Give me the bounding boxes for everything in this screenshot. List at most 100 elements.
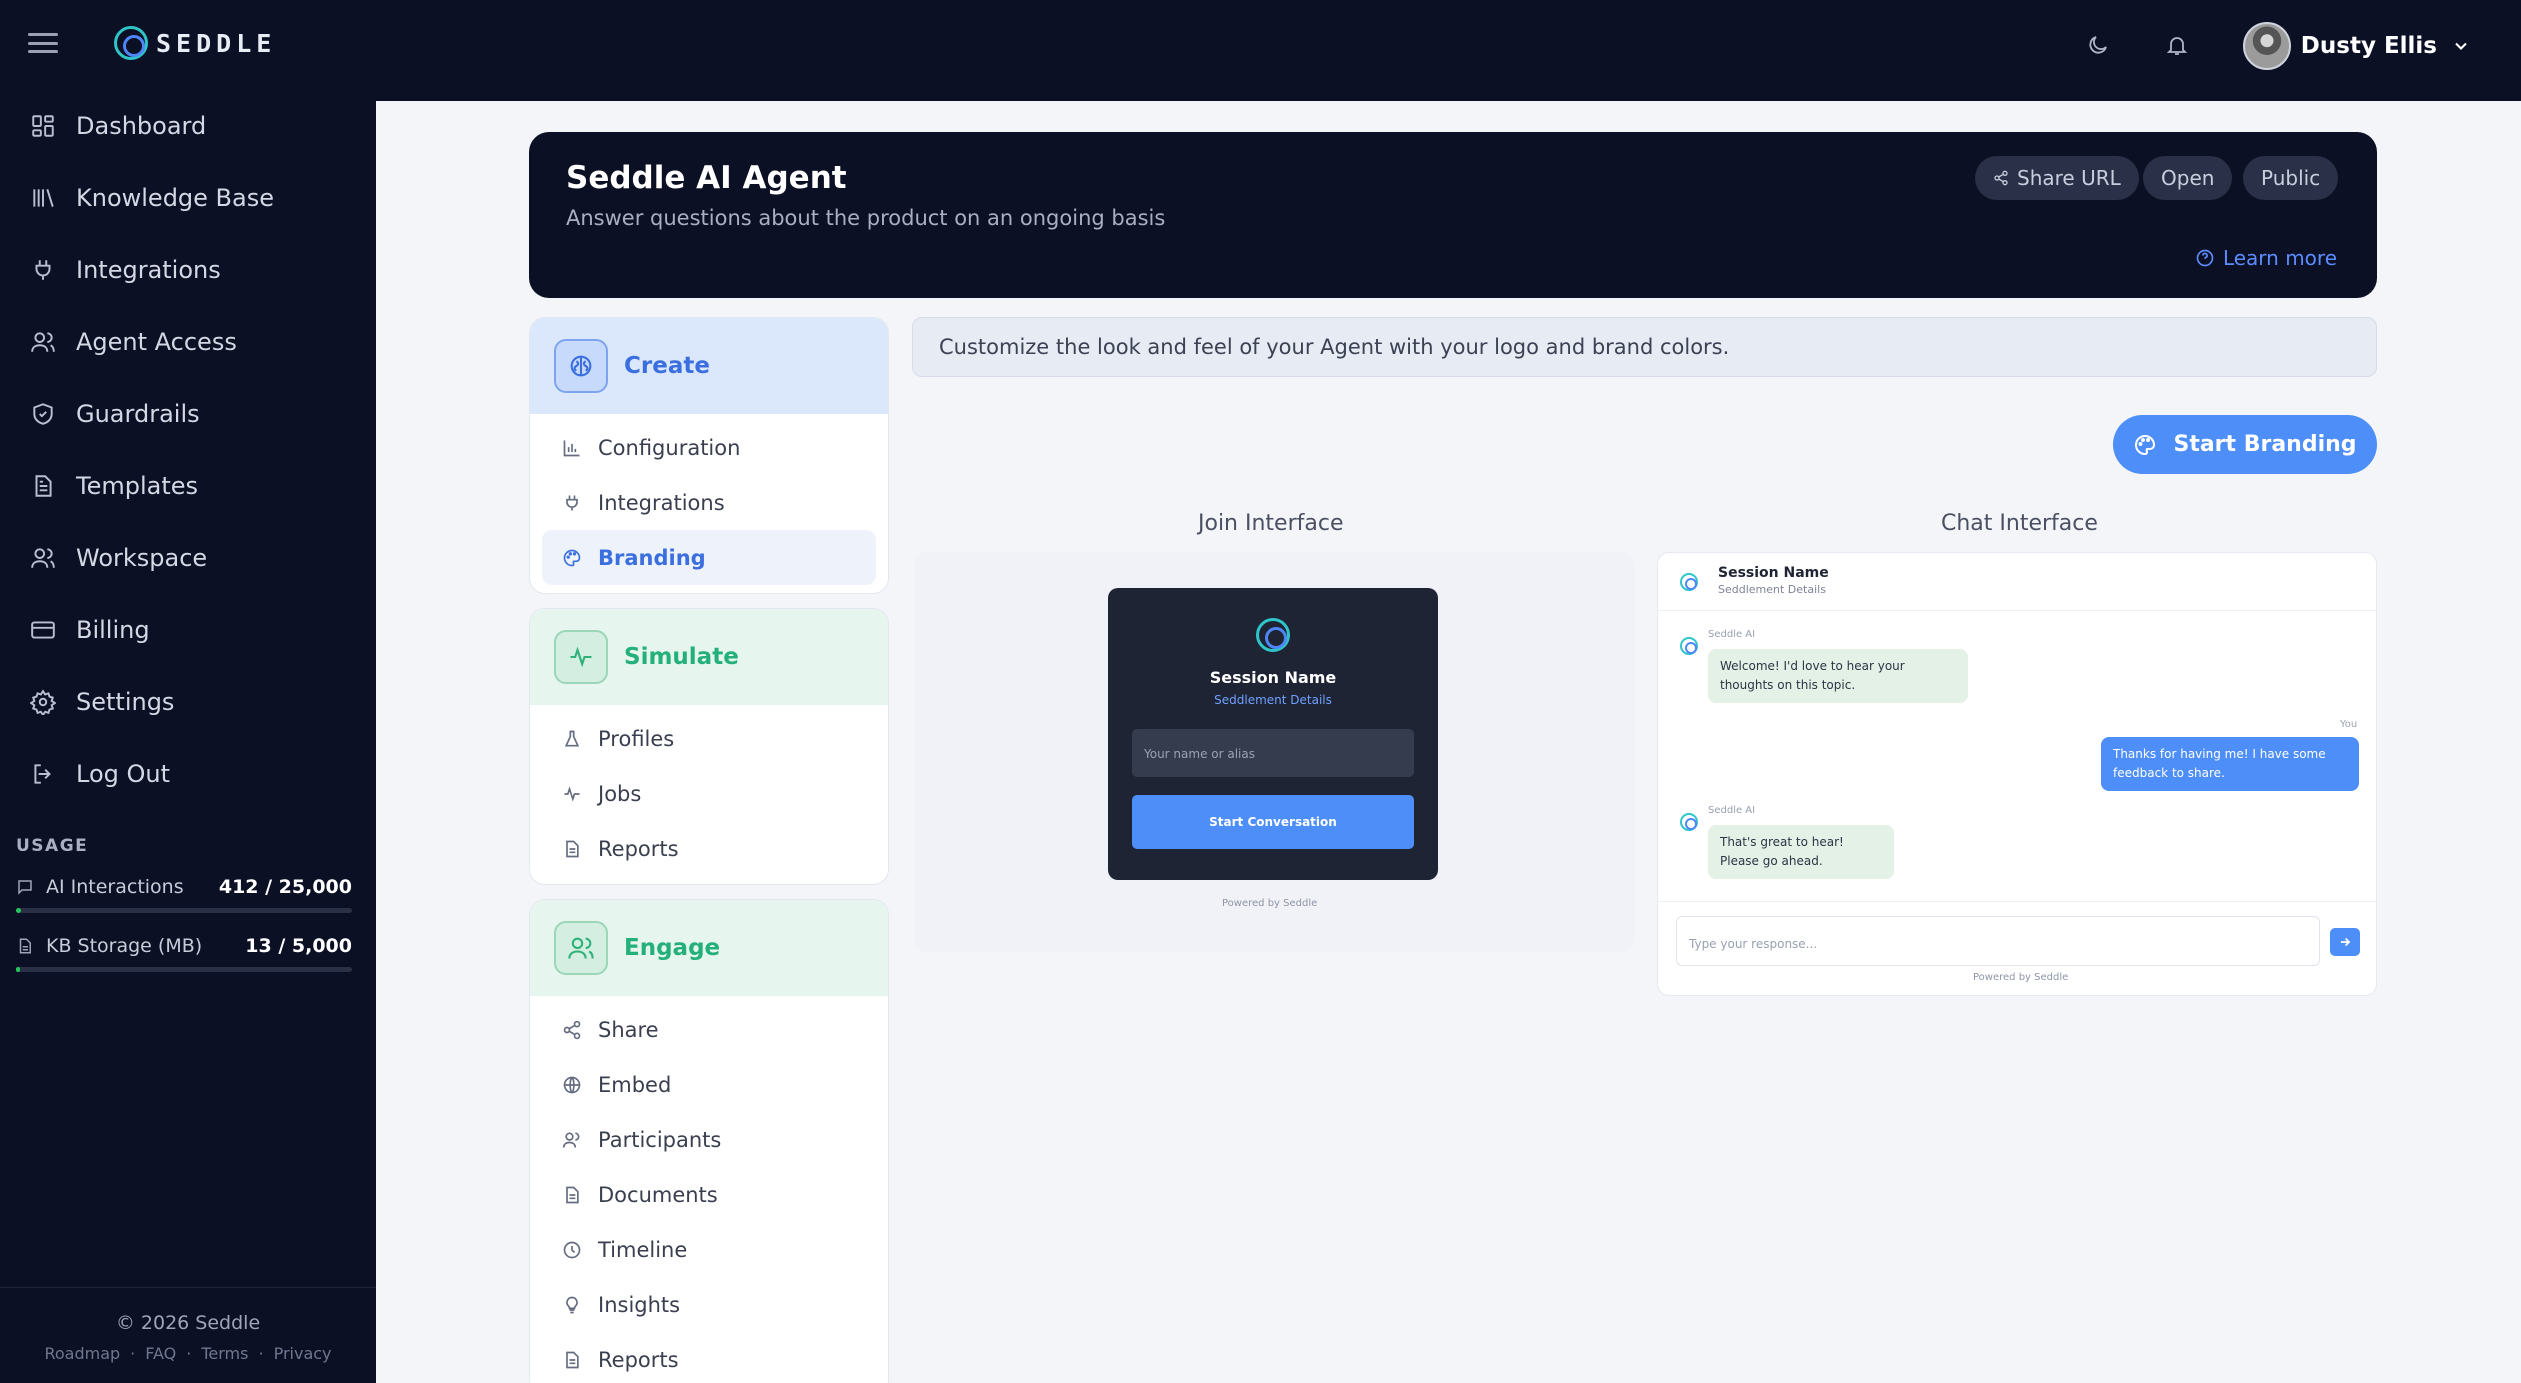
usage-bar-ai: [16, 908, 352, 913]
nav-label: Embed: [598, 1072, 672, 1097]
user-menu[interactable]: Dusty Ellis: [2242, 22, 2471, 70]
nav-reports[interactable]: Reports: [542, 821, 876, 876]
footer-link-terms[interactable]: Terms: [201, 1344, 248, 1363]
share-icon: [560, 1018, 584, 1042]
copyright: © 2026 Seddle: [115, 1312, 261, 1334]
brain-icon: [554, 339, 608, 393]
flask-icon: [560, 727, 584, 751]
join-interface-title: Join Interface: [1198, 511, 1344, 536]
nav-jobs[interactable]: Jobs: [542, 766, 876, 821]
usage-bar-kb: [16, 967, 352, 972]
usage-title: USAGE: [16, 836, 89, 856]
sidebar-item-label: Billing: [76, 616, 150, 644]
nav-label: Reports: [598, 1347, 679, 1372]
library-icon: [28, 183, 58, 213]
page-title: Seddle AI Agent: [566, 160, 847, 196]
group-create: Create Configuration Integrations Brandi…: [529, 317, 889, 594]
sidebar-header: SEDDLE: [0, 0, 376, 86]
plug-icon: [560, 491, 584, 515]
dashboard-icon: [28, 111, 58, 141]
group-engage-label: Engage: [624, 935, 721, 961]
nav-engage-reports[interactable]: Reports: [542, 1332, 876, 1383]
sidebar-footer: © 2026 Seddle Roadmap · FAQ · Terms · Privacy: [0, 1287, 376, 1383]
nav-participants[interactable]: Participants: [542, 1112, 876, 1167]
learn-more-link[interactable]: Learn more: [2195, 246, 2337, 270]
clock-icon: [560, 1238, 584, 1262]
nav-configuration[interactable]: Configuration: [542, 420, 876, 475]
nav-timeline[interactable]: Timeline: [542, 1222, 876, 1277]
start-branding-button[interactable]: Start Branding: [2113, 415, 2377, 474]
sidebar-item-agent-access[interactable]: Agent Access: [0, 306, 376, 378]
users-icon: [560, 1128, 584, 1152]
join-session-details: Seddlement Details: [1214, 693, 1332, 707]
menu-icon[interactable]: [28, 33, 58, 53]
nav-insights[interactable]: Insights: [542, 1277, 876, 1332]
group-engage-header[interactable]: Engage: [530, 900, 888, 996]
share-url-button[interactable]: Share URL: [1975, 156, 2139, 200]
brand-name: SEDDLE: [156, 28, 277, 58]
sidebar-item-label: Knowledge Base: [76, 184, 274, 212]
footer-link-faq[interactable]: FAQ: [145, 1344, 176, 1363]
ai-avatar-icon: [1680, 813, 1698, 831]
palette-icon: [2133, 433, 2157, 457]
group-create-items: Configuration Integrations Branding: [530, 414, 888, 593]
message-sender: Seddle AI: [1708, 805, 1756, 816]
group-simulate-header[interactable]: Simulate: [530, 609, 888, 705]
users-icon: [28, 327, 58, 357]
group-create-header[interactable]: Create: [530, 318, 888, 414]
learn-more-label: Learn more: [2222, 246, 2337, 270]
status-open-label: Open: [2161, 166, 2215, 190]
shield-icon: [28, 399, 58, 429]
footer-link-roadmap[interactable]: Roadmap: [44, 1344, 120, 1363]
palette-icon: [560, 546, 584, 570]
usage-name: KB Storage (MB): [46, 935, 203, 957]
sidebar-item-label: Agent Access: [76, 328, 237, 356]
nav-branding[interactable]: Branding: [542, 530, 876, 585]
seddle-logo-icon: [1256, 618, 1290, 652]
moon-icon[interactable]: [2083, 30, 2113, 60]
document-icon: [560, 1348, 584, 1372]
status-open-badge[interactable]: Open: [2143, 156, 2233, 200]
send-arrow-icon: [2330, 928, 2360, 956]
nav-documents[interactable]: Documents: [542, 1167, 876, 1222]
branding-info-banner: Customize the look and feel of your Agen…: [912, 317, 2377, 377]
group-simulate: Simulate Profiles Jobs Reports: [529, 608, 889, 885]
footer-link-privacy[interactable]: Privacy: [274, 1344, 332, 1363]
nav-profiles[interactable]: Profiles: [542, 711, 876, 766]
sidebar-item-templates[interactable]: Templates: [0, 450, 376, 522]
activity-icon: [554, 630, 608, 684]
nav-label: Timeline: [598, 1237, 688, 1262]
sidebar-item-logout[interactable]: Log Out: [0, 738, 376, 810]
join-powered-by: Powered by Seddle: [1222, 898, 1318, 909]
join-session-name: Session Name: [1209, 668, 1337, 687]
chat-footer: Type your response... Powered by Seddle: [1658, 901, 2376, 997]
ai-avatar-icon: [1680, 637, 1698, 655]
nav-embed[interactable]: Embed: [542, 1057, 876, 1112]
nav-label: Profiles: [598, 726, 675, 751]
sidebar-item-integrations[interactable]: Integrations: [0, 234, 376, 306]
start-conversation-button: Start Conversation: [1132, 795, 1414, 849]
document-icon: [16, 936, 36, 956]
nav-label: Reports: [598, 836, 679, 861]
sidebar-item-label: Dashboard: [76, 112, 207, 140]
sidebar-item-settings[interactable]: Settings: [0, 666, 376, 738]
chat-message-ai: Welcome! I'd love to hear your thoughts …: [1708, 649, 1968, 703]
nav-label: Integrations: [598, 490, 725, 515]
sidebar-item-billing[interactable]: Billing: [0, 594, 376, 666]
sidebar-item-workspace[interactable]: Workspace: [0, 522, 376, 594]
nav-label: Participants: [598, 1127, 722, 1152]
agent-header-card: Seddle AI Agent Answer questions about t…: [529, 132, 2377, 298]
bell-icon[interactable]: [2162, 30, 2192, 60]
start-branding-label: Start Branding: [2173, 432, 2357, 457]
nav-share[interactable]: Share: [542, 1002, 876, 1057]
sidebar-item-knowledge-base[interactable]: Knowledge Base: [0, 162, 376, 234]
chevron-down-icon: [2451, 36, 2471, 56]
sidebar-item-dashboard[interactable]: Dashboard: [0, 90, 376, 162]
status-public-badge[interactable]: Public: [2243, 156, 2339, 200]
sidebar-item-guardrails[interactable]: Guardrails: [0, 378, 376, 450]
sidebar-item-label: Integrations: [76, 256, 221, 284]
nav-integrations[interactable]: Integrations: [542, 475, 876, 530]
logo[interactable]: SEDDLE: [114, 26, 276, 60]
group-simulate-label: Simulate: [624, 644, 739, 670]
nav-label: Configuration: [598, 435, 741, 460]
